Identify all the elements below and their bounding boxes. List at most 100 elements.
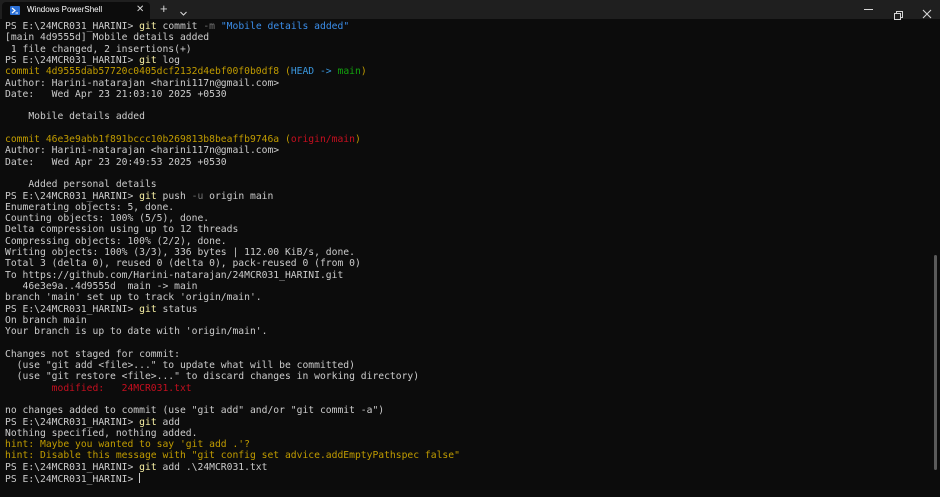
terminal-text: 1 file changed, 2 insertions(+) xyxy=(5,43,192,55)
terminal-text: Author: Harini-natarajan <harini117n@gma… xyxy=(5,145,280,157)
terminal-line: PS E:\24MCR031_HARINI> git status xyxy=(5,304,197,315)
terminal-text: (use "git add <file>..." to update what … xyxy=(5,360,355,371)
terminal-text: PS E:\24MCR031_HARINI> xyxy=(5,190,140,202)
terminal-text: git xyxy=(139,190,157,202)
terminal-text: commit xyxy=(156,21,204,32)
terminal-line: PS E:\24MCR031_HARINI> git add .\24MCR03… xyxy=(5,462,267,473)
powershell-icon xyxy=(10,6,20,15)
title-bar: Windows PowerShell ✕ + xyxy=(0,0,940,22)
terminal-line: Delta compression using up to 12 threads xyxy=(5,224,238,235)
terminal-text: no changes added to commit (use "git add… xyxy=(5,405,385,417)
terminal-text: branch 'main' set up to track 'origin/ma… xyxy=(5,292,262,304)
terminal-text: git xyxy=(139,54,157,66)
terminal-line: hint: Maybe you wanted to say 'git add .… xyxy=(5,439,250,450)
terminal-line: Author: Harini-natarajan <harini117n@gma… xyxy=(5,145,279,156)
terminal-line: Counting objects: 100% (5/5), done. xyxy=(5,213,209,224)
tab-title: Windows PowerShell xyxy=(27,5,103,14)
terminal-line: 1 file changed, 2 insertions(+) xyxy=(5,44,192,55)
terminal-line: Changes not staged for commit: xyxy=(5,349,180,360)
terminal-text: To https://github.com/Harini-natarajan/2… xyxy=(5,269,344,281)
terminal-line: (use "git add <file>..." to update what … xyxy=(5,360,355,371)
terminal-text: hint: Maybe you wanted to say 'git add .… xyxy=(5,439,250,451)
terminal-text: ) xyxy=(354,134,361,145)
terminal-text: -m xyxy=(203,21,215,32)
terminal-line: 46e3e9a..4d9555d main -> main xyxy=(5,281,197,292)
terminal-text: git xyxy=(139,461,157,473)
terminal-text: PS E:\24MCR031_HARINI> xyxy=(5,416,140,428)
terminal-line: (use "git restore <file>..." to discard … xyxy=(5,371,419,382)
terminal-line: On branch main xyxy=(5,315,87,326)
terminal-text: HEAD -> xyxy=(290,66,338,78)
terminal-text: -u xyxy=(191,190,204,202)
minimize-icon[interactable] xyxy=(864,9,873,10)
terminal-text: push xyxy=(156,190,192,202)
terminal-line: Author: Harini-natarajan <harini117n@gma… xyxy=(5,78,279,89)
terminal-text: Compressing objects: 100% (2/2), done. xyxy=(5,235,227,247)
terminal-text: ) xyxy=(360,66,367,78)
terminal-line: branch 'main' set up to track 'origin/ma… xyxy=(5,292,262,303)
terminal-text: git xyxy=(139,416,157,428)
terminal-text: (use "git restore <file>..." to discard … xyxy=(5,371,420,383)
terminal-text: Author: Harini-natarajan <harini117n@gma… xyxy=(5,77,280,89)
terminal-line: commit 46e3e9abb1f891bccc10b269813b8beaf… xyxy=(5,134,361,145)
tab-windows-powershell[interactable]: Windows PowerShell ✕ xyxy=(2,2,150,19)
terminal-line: commit 4d9555dab57720c0405dcf2132d4ebf00… xyxy=(5,66,367,77)
terminal-text: 46e3e9a..4d9555d main -> main xyxy=(5,280,198,292)
terminal-line: modified: 24MCR031.txt xyxy=(5,383,192,394)
terminal-line: PS E:\24MCR031_HARINI> git commit -m "Mo… xyxy=(5,21,349,32)
terminal-text: Your branch is up to date with 'origin/m… xyxy=(5,326,268,338)
terminal-text: "Mobile details added" xyxy=(220,21,350,32)
terminal-line: PS E:\24MCR031_HARINI> git log xyxy=(5,55,180,66)
terminal-line: no changes added to commit (use "git add… xyxy=(5,405,384,416)
text-cursor xyxy=(139,473,141,483)
terminal-text: PS E:\24MCR031_HARINI> xyxy=(5,461,140,473)
terminal-text: Writing objects: 100% (3/3), 336 bytes |… xyxy=(5,247,355,258)
terminal-text: git xyxy=(139,303,157,315)
terminal-text: Total 3 (delta 0), reused 0 (delta 0), p… xyxy=(5,258,361,270)
terminal-line: Nothing specified, nothing added. xyxy=(5,428,197,439)
terminal-text: Date: Wed Apr 23 20:49:53 2025 +0530 xyxy=(5,156,227,168)
terminal-text: Added personal details xyxy=(5,179,157,191)
terminal-output[interactable]: PS E:\24MCR031_HARINI> git commit -m "Mo… xyxy=(0,21,930,497)
terminal-text: Mobile details added xyxy=(5,111,145,123)
terminal-text: PS E:\24MCR031_HARINI> xyxy=(5,21,140,32)
terminal-text: On branch main xyxy=(5,314,87,326)
terminal-line: Mobile details added xyxy=(5,111,145,122)
chevron-down-icon[interactable] xyxy=(179,3,188,22)
terminal-text: PS E:\24MCR031_HARINI> xyxy=(5,303,140,315)
terminal-text: origin/main xyxy=(290,134,355,145)
terminal-line: [main 4d9555d] Mobile details added xyxy=(5,32,209,43)
terminal-text: status xyxy=(156,303,198,315)
terminal-text: [main 4d9555d] Mobile details added xyxy=(5,32,210,44)
terminal-line: Enumerating objects: 5, done. xyxy=(5,202,174,213)
terminal-line: PS E:\24MCR031_HARINI> xyxy=(5,473,141,485)
terminal-line: Date: Wed Apr 23 21:03:10 2025 +0530 xyxy=(5,89,227,100)
terminal-line: PS E:\24MCR031_HARINI> git add xyxy=(5,417,180,428)
terminal-line: Added personal details xyxy=(5,179,157,191)
terminal-text: Date: Wed Apr 23 21:03:10 2025 +0530 xyxy=(5,88,227,100)
plus-icon[interactable]: + xyxy=(160,1,168,17)
terminal-text: Counting objects: 100% (5/5), done. xyxy=(5,213,210,225)
terminal-text: commit 46e3e9abb1f891bccc10b269813b8beaf… xyxy=(5,134,285,145)
terminal-text: hint: Disable this message with "git con… xyxy=(5,450,460,462)
terminal-text: Nothing specified, nothing added. xyxy=(5,427,198,439)
terminal-text: PS E:\24MCR031_HARINI> xyxy=(5,474,140,485)
terminal-line: Writing objects: 100% (3/3), 336 bytes |… xyxy=(5,247,355,258)
terminal-text: origin main xyxy=(203,190,274,202)
terminal-text: log xyxy=(156,54,180,66)
terminal-line: To https://github.com/Harini-natarajan/2… xyxy=(5,270,343,281)
close-icon[interactable]: ✕ xyxy=(136,4,144,16)
scrollbar[interactable] xyxy=(934,255,937,470)
terminal-line: Compressing objects: 100% (2/2), done. xyxy=(5,236,227,247)
terminal-text: commit 4d9555dab57720c0405dcf2132d4ebf00… xyxy=(5,66,285,78)
terminal-text: Enumerating objects: 5, done. xyxy=(5,201,175,213)
terminal-text: Delta compression using up to 12 threads xyxy=(5,224,239,236)
terminal-line: Your branch is up to date with 'origin/m… xyxy=(5,326,267,337)
terminal-text: modified: 24MCR031.txt xyxy=(5,382,192,394)
terminal-text: main xyxy=(337,66,361,78)
terminal-line: Date: Wed Apr 23 20:49:53 2025 +0530 xyxy=(5,157,227,168)
terminal-text: add .\24MCR031.txt xyxy=(156,461,268,473)
terminal-line: PS E:\24MCR031_HARINI> git push -u origi… xyxy=(5,191,273,202)
terminal-text: add xyxy=(156,416,180,428)
terminal-text: git xyxy=(139,21,157,32)
